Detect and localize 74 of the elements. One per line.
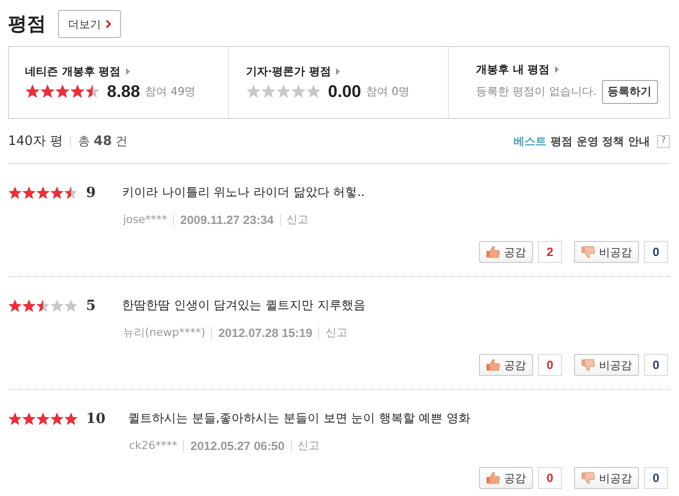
star-icon [64,298,78,312]
review-date: 2009.11.27 23:34 [180,212,274,226]
dislike-button[interactable]: 비공감 [574,241,639,263]
star-icon [36,298,50,312]
arrow-icon [336,68,340,74]
star-icon [22,186,36,200]
star-icon [306,84,321,99]
star-icon [22,412,36,426]
star-icon [55,84,70,99]
like-count: 0 [538,354,562,376]
author-name: 뉴리(newp****) [123,325,206,340]
policy-link[interactable]: 베스트 평점 운영 정책 안내 [514,134,650,148]
review-date: 2012.05.27 06:50 [190,438,285,452]
rating-label[interactable]: 기자·평론가 평점 [246,64,332,78]
participant-count: 참여 49명 [145,84,196,99]
list-title: 140자 평 [8,133,63,150]
more-button[interactable]: 더보기 [58,10,121,38]
star-icon [25,84,40,99]
rating-label[interactable]: 개봉후 내 평점 [476,62,550,76]
review-date: 2012.07.28 15:19 [218,326,312,340]
review-text: 퀼트하시는 분들,좋아하시는 분들이 보면 눈이 행복할 예쁜 영화 [127,410,471,427]
section-title: 평점 [8,12,46,37]
star-icon [50,412,64,426]
review-score: 5 [85,298,97,314]
empty-message: 등록한 평점이 없습니다. [476,84,596,99]
chevron-icon [106,20,111,28]
star-icon [64,412,78,426]
rating-score: 0.00 [328,82,362,102]
total-count: 총 48 건 [78,132,128,150]
participant-count: 참여 0명 [366,84,410,99]
arrow-icon [126,68,130,74]
star-icon [50,298,64,312]
dislike-count: 0 [644,467,668,489]
rating-label[interactable]: 네티즌 개봉후 평점 [25,64,121,78]
thumbs-down-icon [581,359,595,371]
star-icon [36,412,50,426]
help-button[interactable]: ? [657,134,670,148]
dislike-count: 0 [644,241,668,263]
thumbs-up-icon [486,359,500,371]
review-text: 한땀한땀 인생이 담겨있는 퀼트지만 지루했음 [122,297,366,314]
star-icon [8,412,22,426]
star-icon [291,84,306,99]
like-button[interactable]: 공감 [479,467,533,489]
like-count: 2 [538,241,562,263]
arrow-icon [554,66,559,72]
review-score: 9 [85,184,97,200]
star-icon [276,84,291,99]
star-icon [36,186,50,200]
star-icon [50,186,64,200]
author-name: jose**** [123,213,168,226]
dislike-count: 0 [644,354,668,376]
like-button[interactable]: 공감 [479,354,533,376]
author-name: ck26**** [129,439,178,452]
thumbs-up-icon [486,472,500,484]
star-icon [40,84,55,99]
like-button[interactable]: 공감 [479,241,533,263]
thumbs-up-icon [486,246,500,258]
star-icon [261,84,276,99]
rating-score: 8.88 [107,82,140,102]
review-score: 10 [85,410,106,426]
thumbs-down-icon [581,246,595,258]
review-text: 키이라 나이틀리 위노나 라이더 닮았다 허헣.. [122,184,365,201]
star-icon [8,186,22,200]
like-count: 0 [538,467,562,489]
star-icon [70,84,85,99]
star-icon [64,186,78,200]
star-icon [22,298,36,312]
star-icon [85,84,100,99]
thumbs-down-icon [581,472,595,484]
dislike-button[interactable]: 비공감 [574,467,639,489]
star-icon [8,298,22,312]
dislike-button[interactable]: 비공감 [574,354,639,376]
star-icon [246,84,261,99]
register-button[interactable]: 등록하기 [602,80,658,104]
